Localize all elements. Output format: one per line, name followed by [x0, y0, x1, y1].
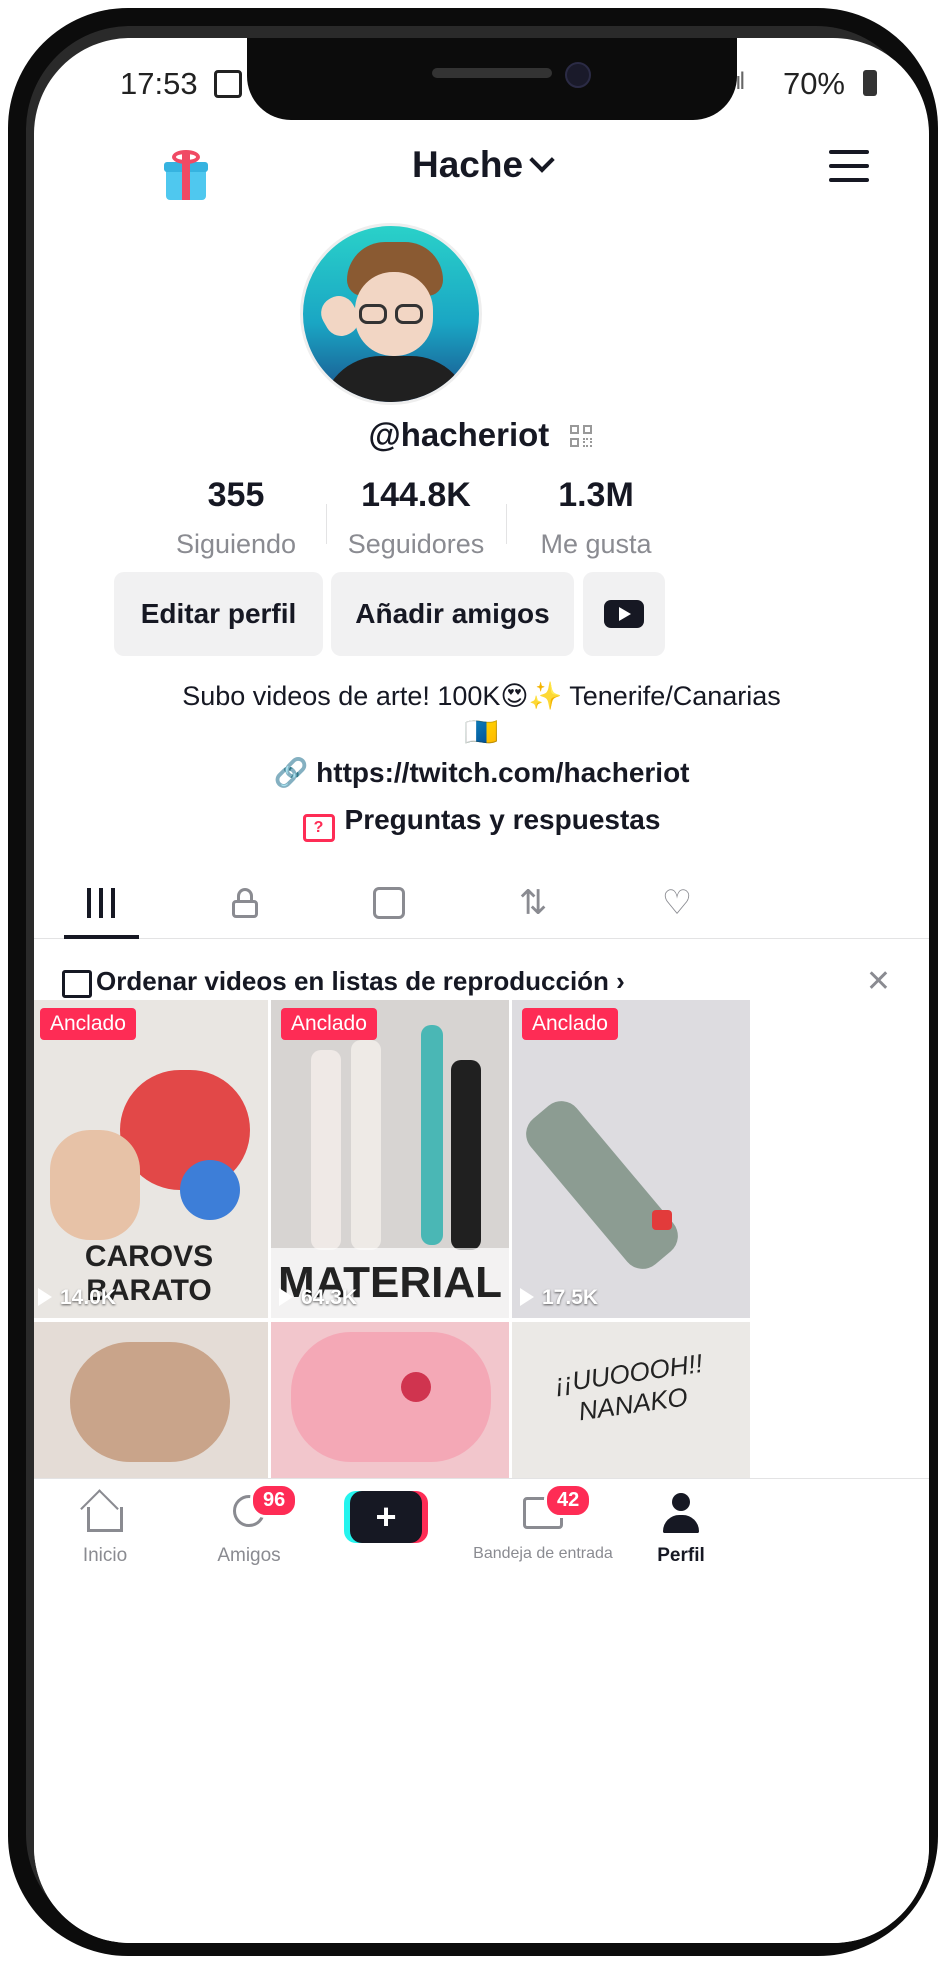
nav-profile-label: Perfil [657, 1545, 705, 1566]
view-count: 14.0K [38, 1286, 116, 1310]
playlist-banner-text: Ordenar videos en listas de reproducción… [96, 966, 625, 996]
thumb-marker [311, 1050, 341, 1250]
question-icon: ? [302, 814, 335, 842]
battery-icon [863, 70, 877, 96]
earpiece [432, 68, 552, 78]
home-icon [87, 1507, 123, 1532]
avatar[interactable] [300, 223, 482, 405]
chevron-down-icon [529, 147, 555, 173]
account-name: Hache [411, 144, 524, 185]
youtube-icon [604, 600, 644, 628]
profile-link[interactable]: 🔗 https://twitch.com/hacheriot [34, 756, 929, 789]
thumb-art [401, 1372, 431, 1402]
stat-likes[interactable]: 1.3M Me gusta [506, 476, 686, 560]
grid-icon [86, 888, 116, 918]
video-tile[interactable]: CAROVS BARATO Anclado 14.0K [34, 1000, 268, 1318]
account-switcher[interactable]: Hache [34, 144, 929, 186]
tab-private[interactable] [200, 868, 290, 938]
playlist-icon [62, 970, 92, 998]
avatar-shirt [321, 356, 471, 402]
stat-following[interactable]: 355 Siguiendo [146, 476, 326, 560]
thumb-marker [451, 1060, 481, 1250]
profile-icon [663, 1493, 699, 1535]
nav-friends-label: Amigos [217, 1545, 281, 1566]
thumb-marker [421, 1025, 443, 1245]
profile-actions: Editar perfil Añadir amigos [34, 572, 929, 656]
qr-code-icon[interactable] [570, 425, 594, 449]
close-icon[interactable]: ✕ [866, 964, 891, 999]
profile-link-text: https://twitch.com/hacheriot [316, 757, 690, 788]
avatar-glasses [359, 304, 429, 326]
qa-link[interactable]: ? Preguntas y respuestas [34, 804, 929, 842]
pinned-badge: Anclado [281, 1008, 377, 1040]
thumb-hand [70, 1342, 230, 1462]
tab-reposts[interactable]: ⇅ [488, 868, 578, 938]
heart-hidden-icon: ♡ [661, 884, 693, 922]
stat-followers-label: Seguidores [347, 529, 485, 559]
inbox-badge: 42 [544, 1483, 593, 1518]
stat-likes-label: Me gusta [540, 529, 652, 559]
stat-likes-value: 1.3M [558, 476, 634, 514]
view-count: 17.5K [520, 1286, 598, 1310]
nav-home[interactable]: Inicio [40, 1493, 170, 1567]
nav-inbox-label: Bandeja de entrada [473, 1545, 613, 1562]
phone-frame: 17:53 ·ıl 70% Hache [8, 8, 938, 1956]
video-tile[interactable]: Anclado 17.5K [512, 1000, 750, 1318]
screen: 17:53 ·ıl 70% Hache [34, 38, 929, 1943]
youtube-button[interactable] [583, 572, 665, 656]
link-icon: 🔗 [273, 757, 317, 788]
nav-friends[interactable]: 96 Amigos [184, 1483, 314, 1567]
thumb-hand [50, 1130, 140, 1240]
stat-followers-value: 144.8K [361, 476, 471, 514]
profile-header: Hache [34, 144, 929, 220]
view-count: 64.3K [279, 1286, 357, 1310]
qa-label: Preguntas y respuestas [344, 804, 661, 835]
stat-followers[interactable]: 144.8K Seguidores [326, 476, 506, 560]
pinned-badge: Anclado [40, 1008, 136, 1040]
repost-icon: ⇅ [518, 884, 548, 922]
nav-profile[interactable]: Perfil [616, 1493, 746, 1567]
tab-saved[interactable] [344, 868, 434, 938]
bottom-nav: Inicio 96 Amigos + 42 Bandeja de entrada [34, 1478, 929, 1943]
active-tab-indicator [64, 935, 139, 939]
nav-home-label: Inicio [82, 1545, 128, 1566]
pinned-badge: Anclado [522, 1008, 618, 1040]
gallery-notification-icon [214, 70, 242, 98]
front-camera [565, 62, 591, 88]
add-friends-button[interactable]: Añadir amigos [331, 572, 574, 656]
thumb-art [291, 1332, 491, 1462]
create-button[interactable]: + [350, 1491, 422, 1543]
stat-following-label: Siguiendo [175, 529, 297, 559]
nav-inbox[interactable]: 42 Bandeja de entrada [458, 1483, 628, 1563]
thumb-marker [351, 1040, 381, 1250]
menu-icon[interactable] [829, 150, 869, 184]
profile-handle: @hacheriot [368, 416, 550, 453]
profile-handle-row: @hacheriot [34, 416, 929, 454]
camera-notch [247, 38, 737, 120]
thumb-tip [652, 1210, 672, 1230]
thumb-art [180, 1160, 240, 1220]
profile-tabs: ⇅ ♡ [34, 868, 929, 939]
video-tile[interactable]: MATERIAL Anclado 64.3K [271, 1000, 509, 1318]
status-time: 17:53 [120, 66, 198, 101]
bio-line-2: 🇮🇨 [464, 717, 499, 747]
bio-line-1: Subo videos de arte! 100K😍✨ Tenerife/Can… [182, 681, 781, 711]
bookmark-hidden-icon [373, 887, 405, 919]
friends-badge: 96 [250, 1483, 299, 1518]
lock-icon [232, 888, 258, 918]
tab-videos[interactable] [56, 868, 146, 938]
edit-profile-button[interactable]: Editar perfil [114, 572, 323, 656]
profile-bio: Subo videos de arte! 100K😍✨ Tenerife/Can… [94, 678, 869, 750]
battery-percent: 70% [782, 66, 845, 101]
stat-following-value: 355 [207, 476, 265, 514]
tab-liked[interactable]: ♡ [632, 868, 722, 938]
